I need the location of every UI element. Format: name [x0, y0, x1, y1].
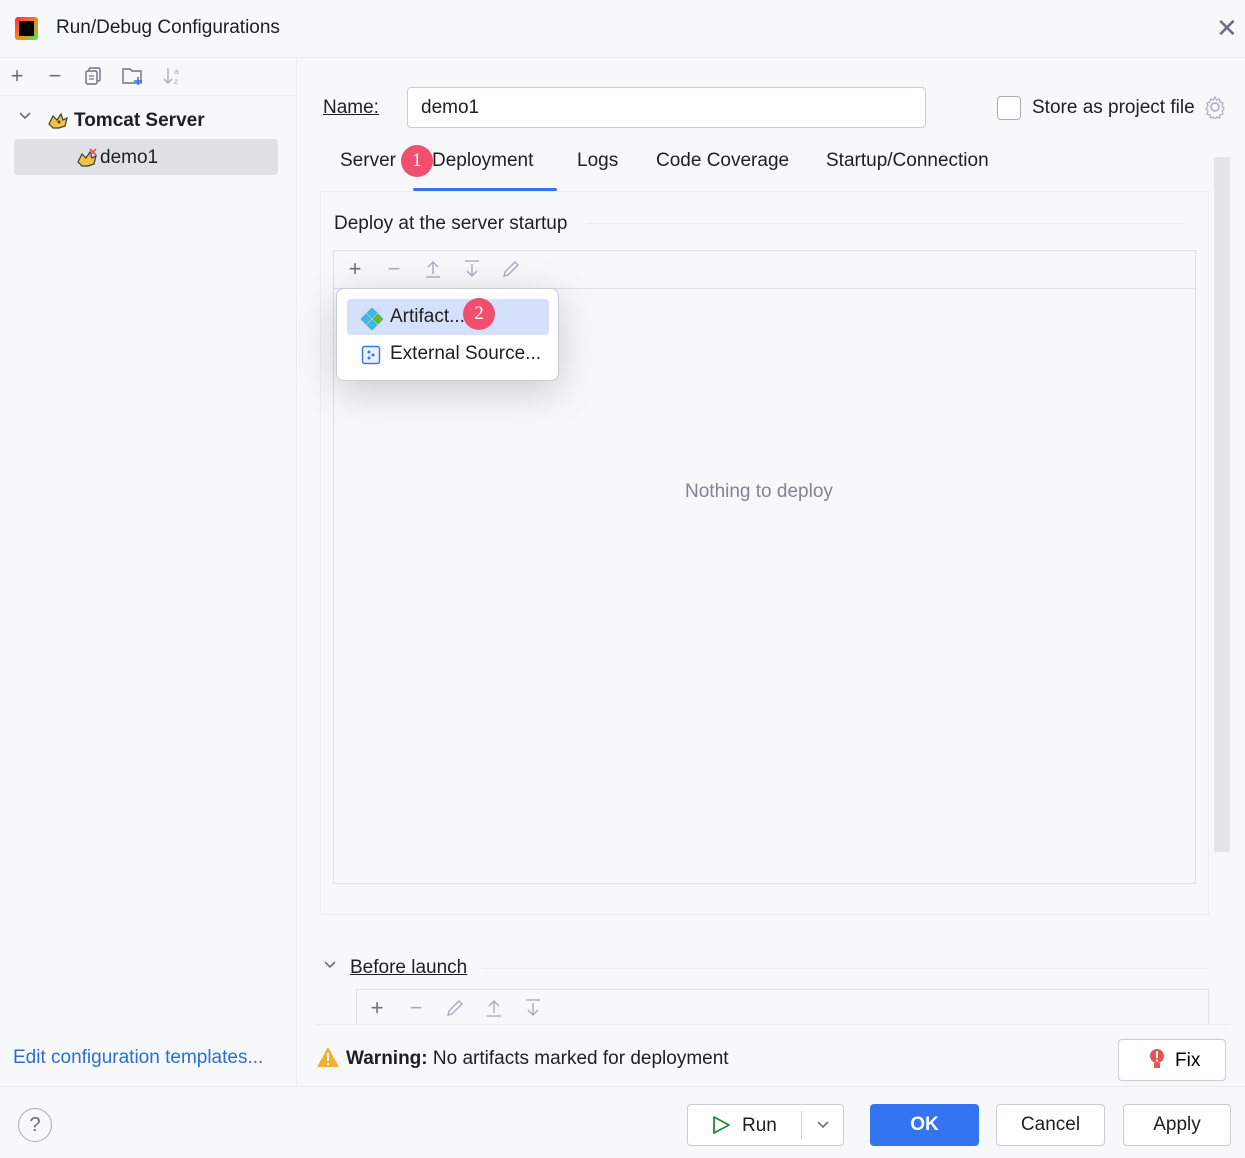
remove-icon[interactable]: −: [43, 64, 67, 88]
window-title: Run/Debug Configurations: [56, 17, 280, 38]
add-deployment-popup: Artifact... External Source...: [336, 288, 559, 381]
run-button-label: Run: [742, 1115, 777, 1136]
remove-icon[interactable]: −: [382, 257, 406, 281]
chevron-down-icon[interactable]: [815, 1111, 831, 1144]
fix-button-label: Fix: [1175, 1050, 1201, 1071]
title-bar: Run/Debug Configurations ✕: [0, 0, 1245, 58]
chevron-down-icon[interactable]: [323, 958, 337, 977]
fix-button[interactable]: Fix: [1118, 1039, 1226, 1081]
tab-code-coverage[interactable]: Code Coverage: [656, 150, 789, 172]
warning-message: Warning: No artifacts marked for deploym…: [346, 1048, 729, 1070]
sidebar-toolbar: + − az: [0, 58, 297, 96]
before-launch-text: Before launch: [350, 957, 468, 978]
run-separator: [801, 1111, 802, 1139]
svg-text:a: a: [174, 67, 179, 76]
move-up-icon[interactable]: [482, 996, 506, 1020]
before-launch-divider: [482, 968, 1209, 969]
edit-icon[interactable]: [499, 257, 523, 281]
external-source-icon: [361, 345, 381, 365]
before-launch-label[interactable]: Before launch: [350, 957, 467, 979]
name-label-text: Name:: [323, 97, 379, 118]
tab-logs[interactable]: Logs: [577, 150, 618, 172]
warning-text: No artifacts marked for deployment: [427, 1048, 729, 1069]
tree-group-tomcat[interactable]: Tomcat Server: [0, 104, 297, 138]
bulb-error-icon: [1149, 1048, 1165, 1072]
tab-deployment[interactable]: Deployment: [432, 150, 533, 172]
before-launch-toolbar: + −: [356, 989, 1209, 1025]
name-input[interactable]: [407, 87, 926, 128]
add-icon[interactable]: +: [5, 64, 29, 88]
step-badge-2: 2: [463, 298, 495, 330]
gear-icon[interactable]: [1203, 95, 1227, 125]
tomcat-error-icon: [76, 148, 98, 167]
name-label: Name:: [323, 97, 379, 119]
tomcat-icon: [47, 112, 69, 130]
store-as-project-file-label: Store as project file: [1032, 97, 1195, 118]
move-down-icon[interactable]: [521, 996, 545, 1020]
deploy-section-title: Deploy at the server startup: [334, 213, 568, 234]
artifact-icon: [360, 307, 384, 331]
copy-icon[interactable]: [82, 64, 106, 88]
close-icon[interactable]: ✕: [1216, 15, 1238, 41]
move-up-icon[interactable]: [421, 257, 445, 281]
menu-item-artifact-label: Artifact...: [390, 306, 465, 327]
play-icon: [711, 1115, 731, 1135]
sort-icon[interactable]: az: [161, 64, 185, 88]
add-icon[interactable]: +: [365, 996, 389, 1020]
footer-divider: [316, 1024, 1230, 1025]
step-badge-1: 1: [401, 145, 433, 177]
store-as-project-file-checkbox[interactable]: [997, 96, 1021, 120]
svg-text:z: z: [174, 77, 178, 86]
help-icon[interactable]: ?: [18, 1108, 52, 1142]
menu-item-external-source[interactable]: External Source...: [347, 336, 549, 372]
apply-button[interactable]: Apply: [1123, 1104, 1231, 1146]
cancel-button[interactable]: Cancel: [996, 1104, 1105, 1146]
menu-item-external-source-label: External Source...: [390, 343, 542, 364]
tab-startup-connection[interactable]: Startup/Connection: [826, 150, 989, 172]
apply-button-label: Apply: [1153, 1114, 1201, 1135]
intellij-logo-icon: [15, 17, 38, 40]
warning-label: Warning:: [346, 1048, 428, 1069]
move-down-icon[interactable]: [460, 257, 484, 281]
ok-button[interactable]: OK: [870, 1104, 979, 1146]
new-folder-icon[interactable]: [121, 64, 145, 88]
add-icon[interactable]: +: [343, 257, 367, 281]
edit-templates-link[interactable]: Edit configuration templates...: [13, 1047, 263, 1069]
scrollbar[interactable]: [1214, 157, 1230, 852]
warning-icon: [316, 1046, 340, 1068]
remove-icon[interactable]: −: [404, 996, 428, 1020]
edit-icon[interactable]: [443, 996, 467, 1020]
tree-item-label: demo1: [100, 147, 159, 168]
section-divider: [585, 223, 1185, 224]
menu-item-artifact[interactable]: Artifact...: [347, 299, 549, 335]
tab-server[interactable]: Server: [340, 150, 396, 172]
configurations-sidebar: + − az Tomcat Server demo1 Edit configur…: [0, 58, 297, 1086]
tree-group-label: Tomcat Server: [74, 110, 205, 131]
empty-state-text: Nothing to deploy: [685, 481, 833, 502]
chevron-down-icon[interactable]: [18, 109, 32, 128]
run-button[interactable]: Run: [687, 1104, 844, 1146]
deploy-toolbar: + −: [334, 251, 1195, 289]
